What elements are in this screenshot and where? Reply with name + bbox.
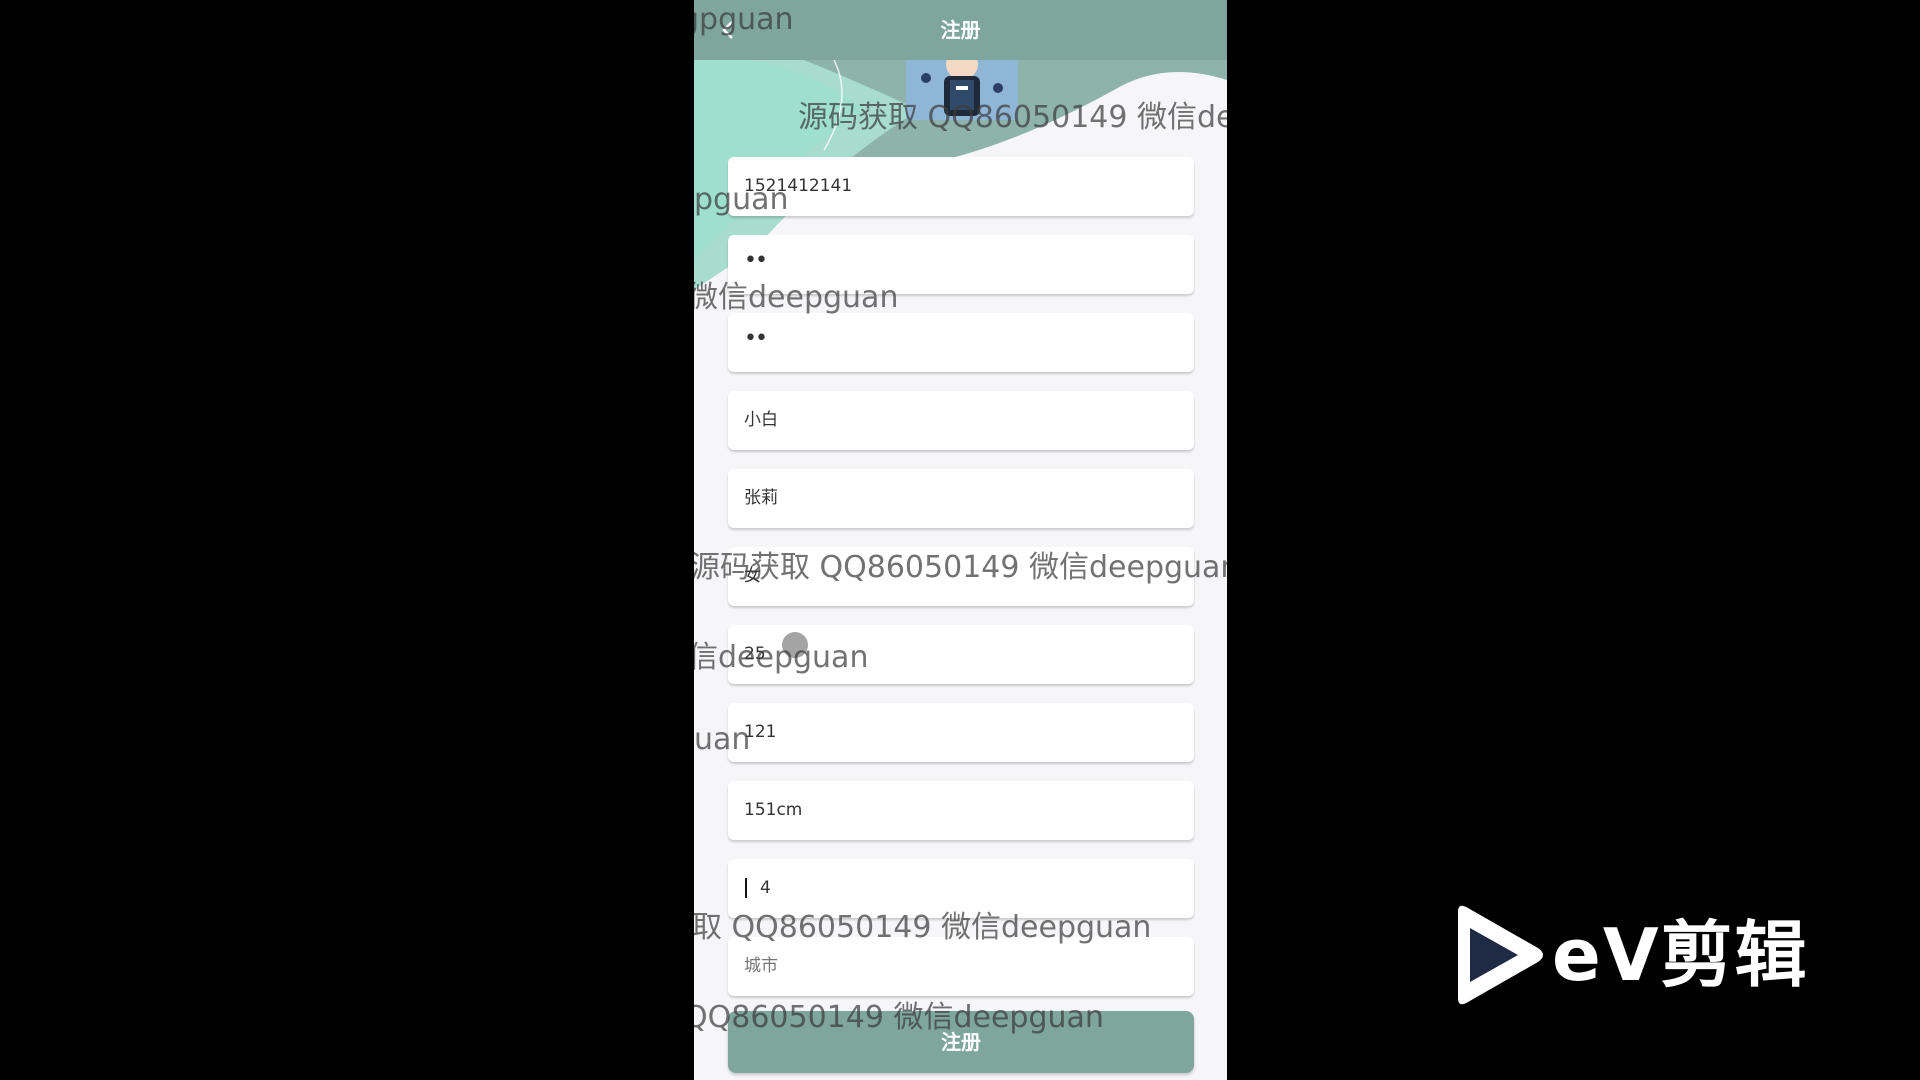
watermark-text: 源码获取 QQ86050149 微信deepguan <box>694 550 1227 585</box>
watermark-text: uan <box>694 722 751 757</box>
watermark-text: QQ86050149 微信deepguan <box>694 1000 1104 1035</box>
confirm-password-input[interactable]: •• <box>728 313 1194 372</box>
watermark-text: gpguan <box>694 2 794 37</box>
app-screen: 注册 1521412141 •• •• 小白 张莉 女 25 121 151cm… <box>694 0 1227 1080</box>
watermark-text: 源码获取 QQ86050149 微信dee <box>798 100 1227 135</box>
height-input[interactable]: 151cm <box>728 781 1194 840</box>
watermark-text: 取 QQ86050149 微信deepguan <box>694 910 1152 945</box>
brand-logo-text: eV剪辑 <box>1552 913 1809 997</box>
account-input[interactable]: 1521412141 <box>728 157 1194 216</box>
watermark-text: 微信deepguan <box>694 280 899 315</box>
text-caret <box>745 878 747 898</box>
watermark-text: 信deepguan <box>694 640 869 675</box>
watermark-text: pguan <box>694 182 789 217</box>
nickname-input[interactable]: 小白 <box>728 391 1194 450</box>
weight-input[interactable]: 121 <box>728 703 1194 762</box>
name-input[interactable]: 张莉 <box>728 469 1194 528</box>
